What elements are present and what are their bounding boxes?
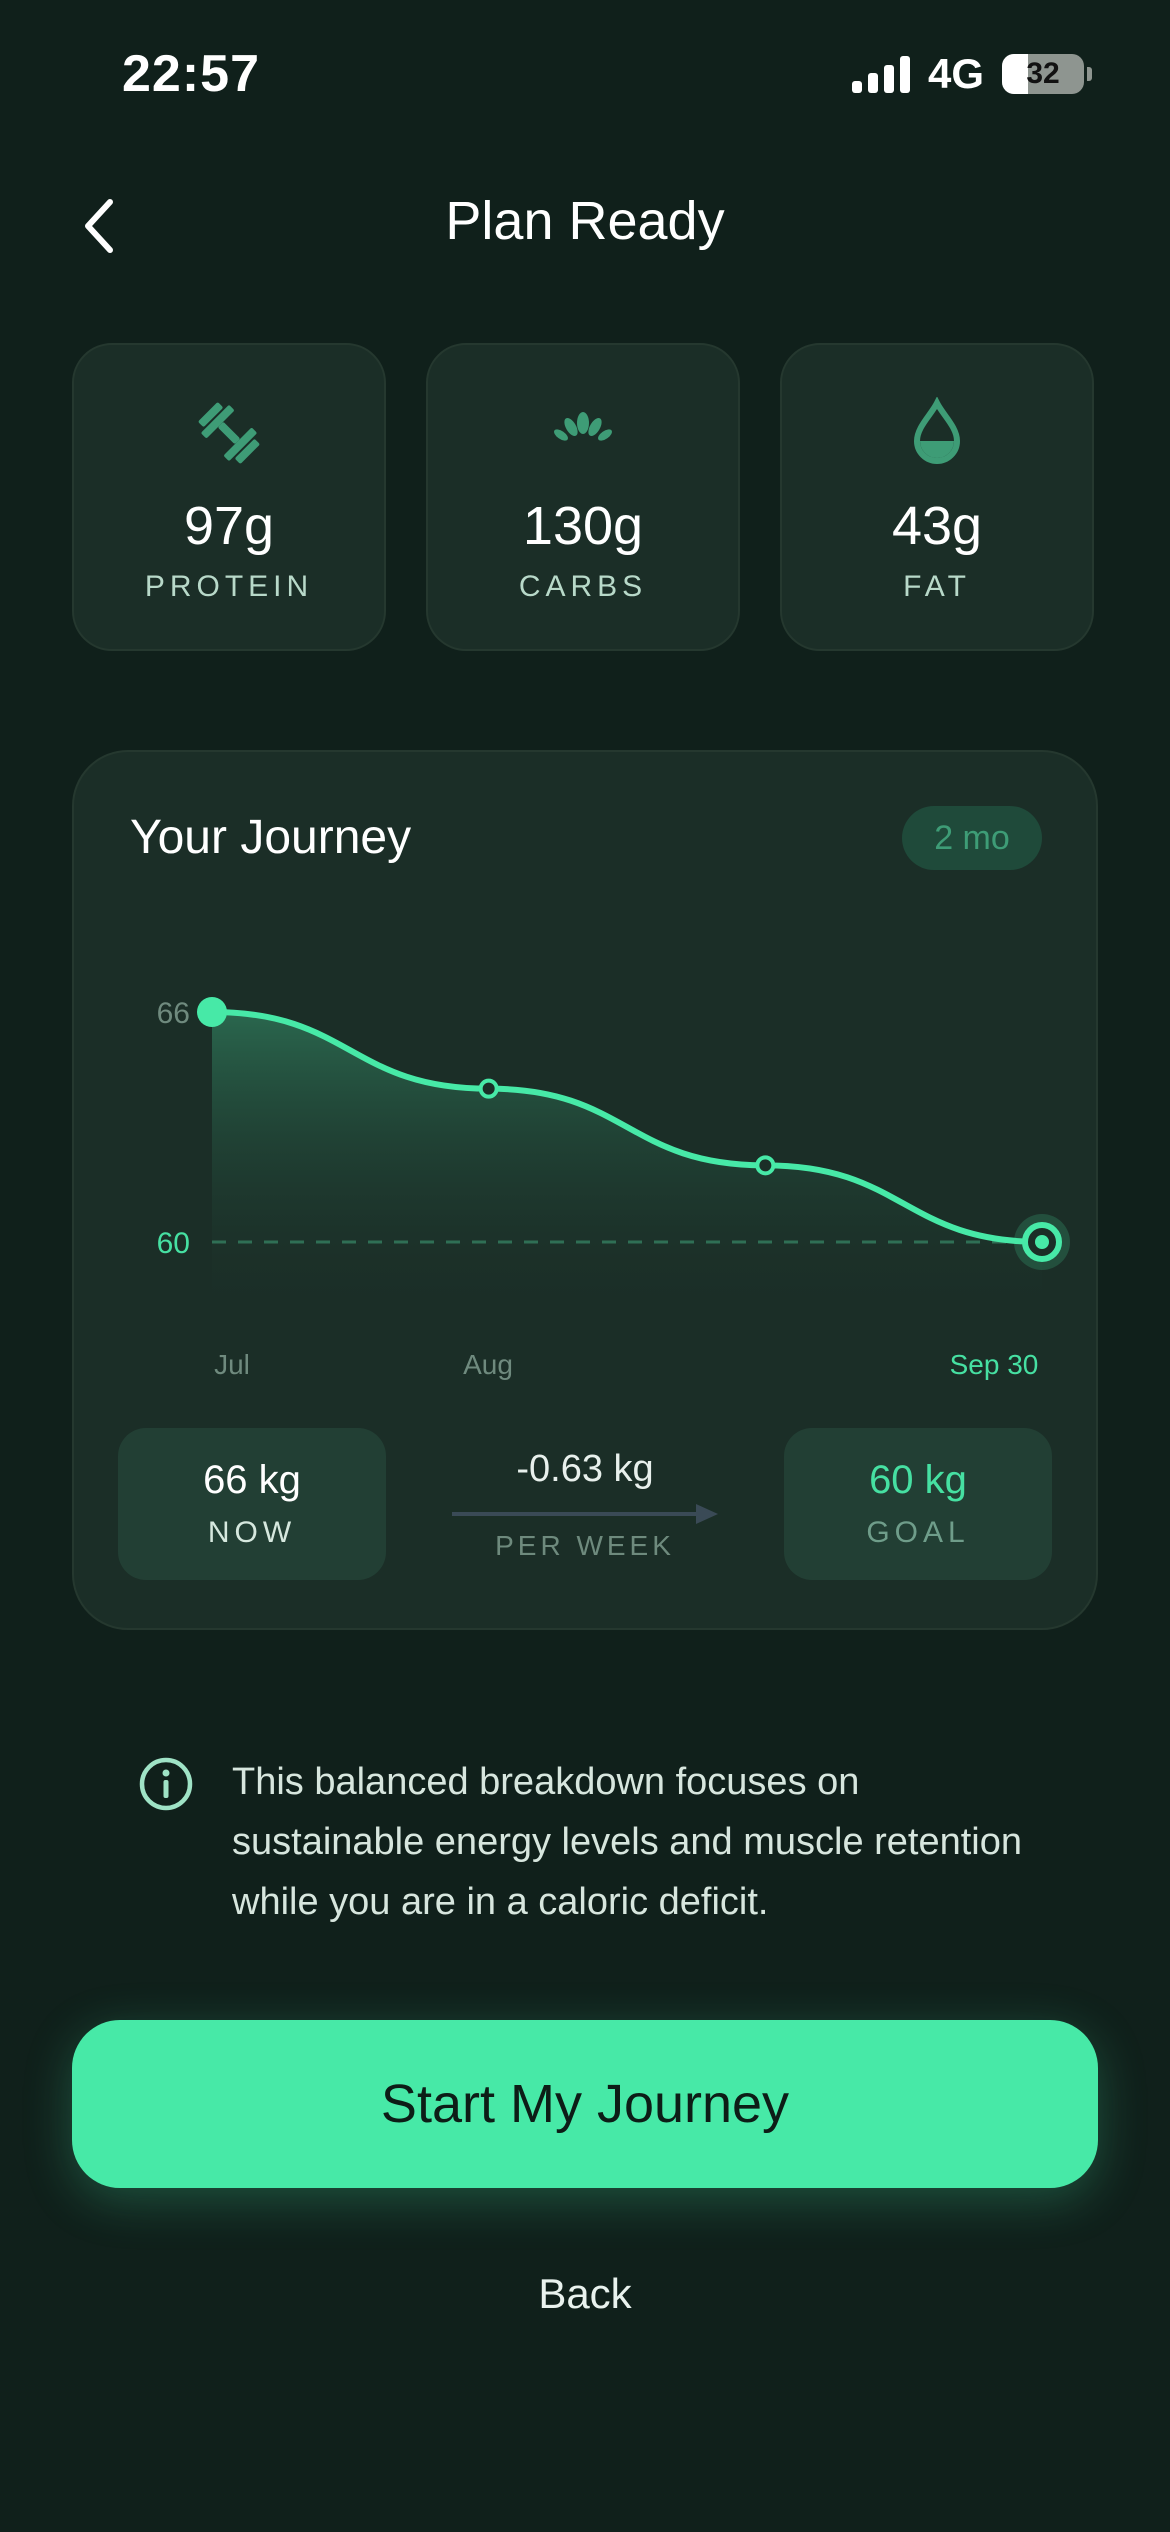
- battery-percent: 32: [1026, 57, 1060, 90]
- weight-chart: 66 60 Jul Aug Sep 30: [157, 997, 1070, 1380]
- duration-badge: 2 mo: [902, 806, 1042, 870]
- back-link[interactable]: Back: [0, 2270, 1170, 2318]
- now-weight-value: 66 kg: [203, 1458, 301, 1502]
- protein-label: PROTEIN: [144, 570, 314, 603]
- journey-title: Your Journey: [130, 811, 412, 864]
- data-point: [755, 1155, 776, 1176]
- goal-weight-box: 60 kg GOAL: [784, 1428, 1052, 1580]
- status-time: 22:57: [122, 45, 260, 103]
- data-point: [478, 1078, 499, 1099]
- macro-card-protein: 97g PROTEIN: [72, 343, 386, 651]
- fat-value: 43g: [891, 496, 983, 556]
- macro-card-carbs: 130g CARBS: [426, 343, 740, 651]
- x-tick-label: Jul: [214, 1349, 250, 1380]
- carbs-value: 130g: [522, 496, 644, 556]
- network-label: 4G: [927, 50, 984, 97]
- chart-area: [212, 1012, 1042, 1320]
- page-title: Plan Ready: [445, 191, 725, 251]
- weekly-rate-value: -0.63 kg: [516, 1448, 654, 1490]
- weekly-rate-label: PER WEEK: [495, 1530, 675, 1561]
- x-tick-label: Aug: [463, 1349, 513, 1380]
- info-icon: [139, 1757, 193, 1811]
- start-journey-button[interactable]: Start My Journey: [72, 2020, 1098, 2188]
- dumbbell-icon: [198, 402, 260, 464]
- protein-value: 97g: [183, 496, 275, 556]
- fat-label: FAT: [903, 570, 971, 603]
- grain-icon: [554, 412, 612, 441]
- info-text: This balanced breakdown focuses on susta…: [232, 1761, 1023, 1923]
- now-weight-box: 66 kg NOW: [118, 1428, 386, 1580]
- arrow-right-icon: [452, 1504, 718, 1524]
- x-tick-label: Sep 30: [950, 1349, 1039, 1380]
- now-weight-label: NOW: [207, 1516, 297, 1549]
- goal-point-center: [1035, 1235, 1049, 1249]
- battery-icon: 32: [1002, 54, 1084, 94]
- start-point: [197, 997, 227, 1027]
- status-indicators: 4G 32: [851, 50, 1092, 98]
- macro-card-fat: 43g FAT: [780, 343, 1094, 651]
- goal-weight-value: 60 kg: [869, 1458, 967, 1502]
- goal-weight-label: GOAL: [866, 1516, 970, 1549]
- y-tick-label: 60: [157, 1227, 190, 1260]
- carbs-label: CARBS: [518, 570, 648, 603]
- droplet-icon: [913, 397, 961, 464]
- y-tick-label: 66: [157, 997, 190, 1030]
- signal-icon: [851, 55, 910, 93]
